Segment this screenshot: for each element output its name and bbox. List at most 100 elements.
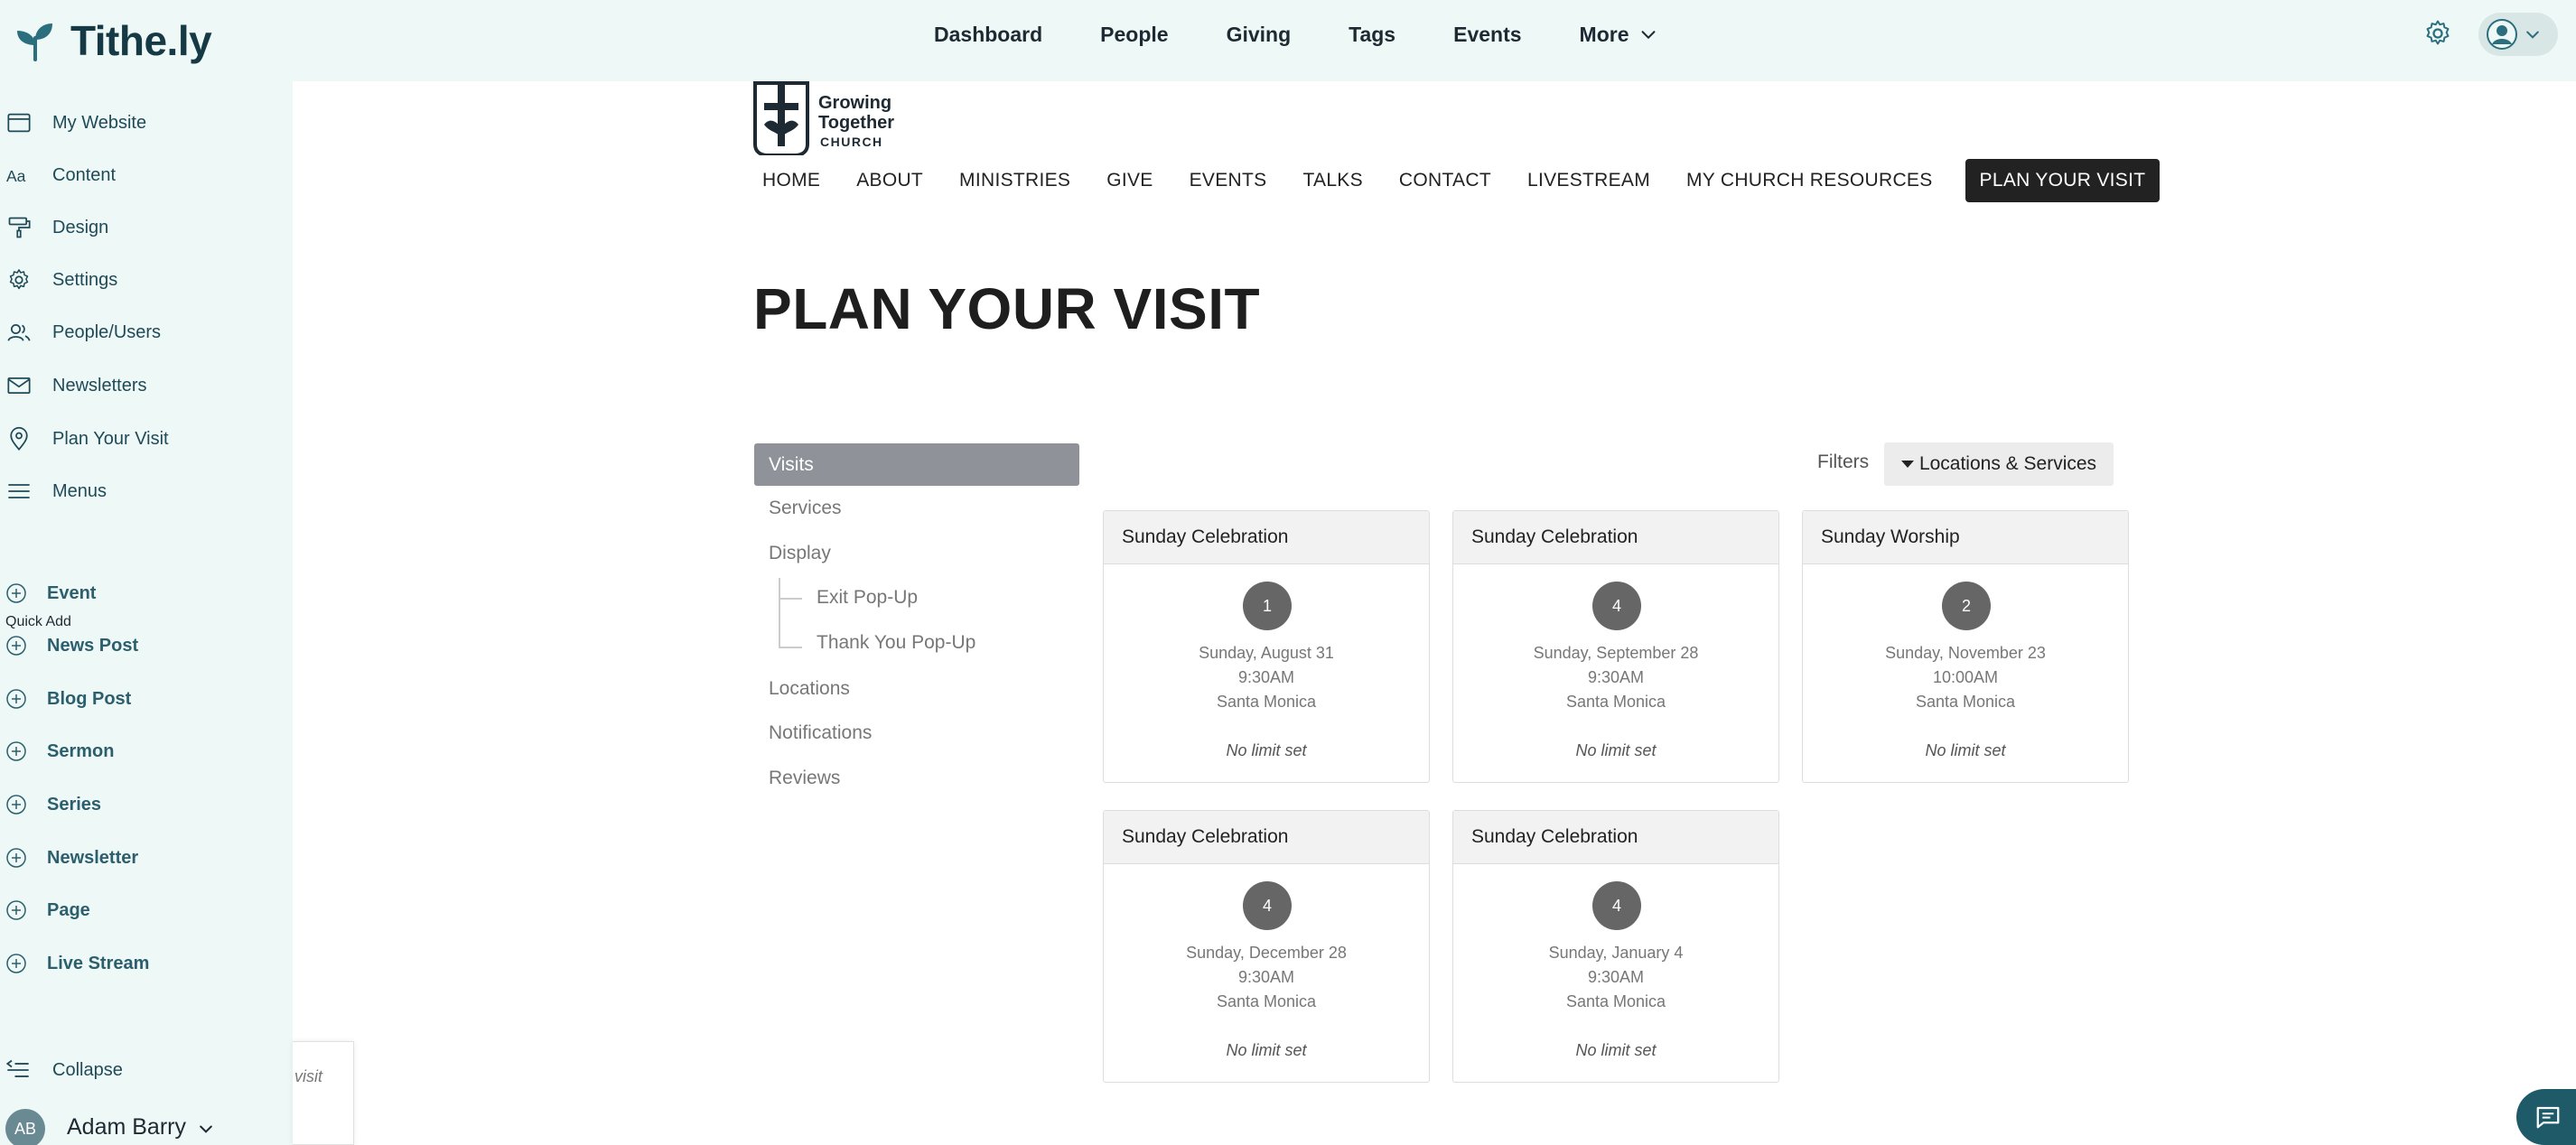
menu-item-notifications[interactable]: Notifications (769, 722, 872, 744)
visit-date: Sunday, December 28 (1186, 944, 1347, 962)
partial-popup-text: visit (294, 1067, 322, 1085)
church-logo-line2: Together (818, 113, 894, 133)
sidebar-item-label: Newsletters (52, 375, 147, 396)
sidebar-item-content[interactable]: Aa Content (0, 157, 289, 193)
locations-services-filter-button[interactable]: Locations & Services (1884, 442, 2114, 486)
topnav-dashboard[interactable]: Dashboard (934, 23, 1042, 47)
tree-connector (779, 647, 802, 648)
settings-button[interactable] (2421, 16, 2455, 51)
filter-button-label: Locations & Services (1918, 453, 2097, 474)
site-nav-ministries[interactable]: MINISTRIES (959, 170, 1070, 191)
quick-add-label: Event (47, 582, 97, 603)
chat-button[interactable] (2516, 1089, 2576, 1145)
site-nav-about[interactable]: ABOUT (856, 170, 923, 191)
sidebar-item-menus[interactable]: Menus (0, 473, 289, 509)
visit-time: 10:00AM (1932, 668, 1999, 686)
gear-icon (5, 266, 33, 293)
menu-item-locations[interactable]: Locations (769, 678, 850, 700)
visit-card[interactable]: Sunday Celebration 4 Sunday, December 28… (1103, 810, 1430, 1083)
visit-location: Santa Monica (1565, 693, 1666, 711)
topnav-tags[interactable]: Tags (1349, 23, 1395, 47)
brand-logo[interactable]: Tithe.ly (13, 9, 212, 72)
church-logo-line1: Growing (818, 93, 891, 113)
avatar: AB (5, 1109, 45, 1145)
sidebar-item-people-users[interactable]: People/Users (0, 314, 289, 350)
sidebar-item-plan-your-visit[interactable]: Plan Your Visit (0, 421, 289, 457)
site-nav-events[interactable]: EVENTS (1190, 170, 1267, 191)
sidebar-item-my-website[interactable]: My Website (0, 105, 289, 141)
site-nav-talks[interactable]: TALKS (1302, 170, 1362, 191)
topnav-people[interactable]: People (1100, 23, 1168, 47)
collapse-sidebar-button[interactable]: Collapse (0, 1052, 289, 1088)
visit-count-badge: 2 (1942, 582, 1991, 630)
sidebar-item-label: People/Users (52, 321, 162, 342)
visit-card[interactable]: Sunday Celebration 4 Sunday, January 4 9… (1452, 810, 1779, 1083)
visit-limit: No limit set (1925, 741, 2006, 759)
topnav-more[interactable]: More (1580, 23, 1658, 47)
collapse-label: Collapse (52, 1059, 123, 1080)
sidebar-item-design[interactable]: Design (0, 209, 289, 246)
quick-add-event[interactable]: Event (0, 575, 289, 611)
quick-add-live-stream[interactable]: Live Stream (0, 945, 289, 982)
quick-add-news-post[interactable]: News Post (0, 628, 289, 664)
sidebar-item-label: Plan Your Visit (52, 428, 169, 449)
sidebar-item-newsletters[interactable]: Newsletters (0, 368, 289, 404)
plus-circle-icon (4, 792, 29, 817)
site-nav-my-church-resources[interactable]: MY CHURCH RESOURCES (1686, 170, 1933, 191)
menu-item-display[interactable]: Display (769, 543, 831, 564)
visit-date: Sunday, November 23 (1885, 644, 2046, 662)
site-nav-contact[interactable]: CONTACT (1399, 170, 1491, 191)
church-logo[interactable]: Growing Together CHURCH (753, 81, 907, 155)
site-nav-home[interactable]: HOME (762, 170, 820, 191)
quick-add-series[interactable]: Series (0, 787, 289, 823)
top-nav: Dashboard People Giving Tags Events More (934, 0, 1658, 69)
visit-card-title: Sunday Celebration (1453, 811, 1778, 864)
visit-limit: No limit set (1226, 741, 1307, 759)
sidebar-item-settings[interactable]: Settings (0, 262, 289, 298)
user-menu-button[interactable] (2478, 13, 2558, 56)
visit-time: 9:30AM (1237, 968, 1295, 986)
quick-add-label: Newsletter (47, 847, 139, 868)
filters-label: Filters (1817, 451, 1870, 472)
plus-circle-icon (4, 633, 29, 658)
plus-circle-icon (4, 581, 29, 606)
quick-add-newsletter[interactable]: Newsletter (0, 840, 289, 876)
menu-item-exit-pop-up[interactable]: Exit Pop-Up (817, 587, 918, 609)
sidebar-item-label: Content (52, 164, 117, 185)
visit-count-badge: 4 (1592, 881, 1641, 930)
visit-card[interactable]: Sunday Celebration 1 Sunday, August 31 9… (1103, 510, 1430, 783)
svg-text:Aa: Aa (6, 167, 26, 185)
visit-time: 9:30AM (1587, 968, 1645, 986)
visit-card-title: Sunday Worship (1803, 511, 2128, 564)
caret-down-icon (1900, 461, 1914, 468)
menu-item-reviews[interactable]: Reviews (769, 768, 840, 789)
plus-circle-icon (4, 739, 29, 764)
visit-count-badge: 4 (1592, 582, 1641, 630)
quick-add-sermon[interactable]: Sermon (0, 733, 289, 769)
account-menu[interactable]: AB Adam Barry (0, 1107, 289, 1145)
topnav-events[interactable]: Events (1453, 23, 1521, 47)
quick-add-page[interactable]: Page (0, 892, 289, 928)
plus-circle-icon (4, 686, 29, 712)
quick-add-label: News Post (47, 635, 139, 656)
chat-bubble-icon (2536, 1106, 2560, 1129)
site-nav-livestream[interactable]: LIVESTREAM (1527, 170, 1650, 191)
site-nav-give[interactable]: GIVE (1106, 170, 1153, 191)
menu-item-thank-you-pop-up[interactable]: Thank You Pop-Up (817, 632, 975, 654)
sidebar-item-label: Settings (52, 269, 118, 290)
users-icon (5, 319, 33, 346)
quick-add-blog-post[interactable]: Blog Post (0, 681, 289, 717)
menu-item-services[interactable]: Services (769, 498, 842, 519)
visit-card-title: Sunday Celebration (1453, 511, 1778, 564)
plus-circle-icon (4, 898, 29, 923)
site-nav-plan-your-visit-button[interactable]: PLAN YOUR VISIT (1965, 159, 2161, 202)
quick-add-label: Live Stream (47, 953, 150, 973)
visit-location: Santa Monica (1565, 992, 1666, 1010)
visit-card[interactable]: Sunday Worship 2 Sunday, November 23 10:… (1802, 510, 2129, 783)
visit-card[interactable]: Sunday Celebration 4 Sunday, September 2… (1452, 510, 1779, 783)
topnav-giving[interactable]: Giving (1227, 23, 1292, 47)
menu-item-visits[interactable]: Visits (754, 443, 1079, 486)
plus-circle-icon (4, 951, 29, 976)
visit-card-title: Sunday Celebration (1104, 811, 1429, 864)
gear-icon (2426, 20, 2450, 45)
